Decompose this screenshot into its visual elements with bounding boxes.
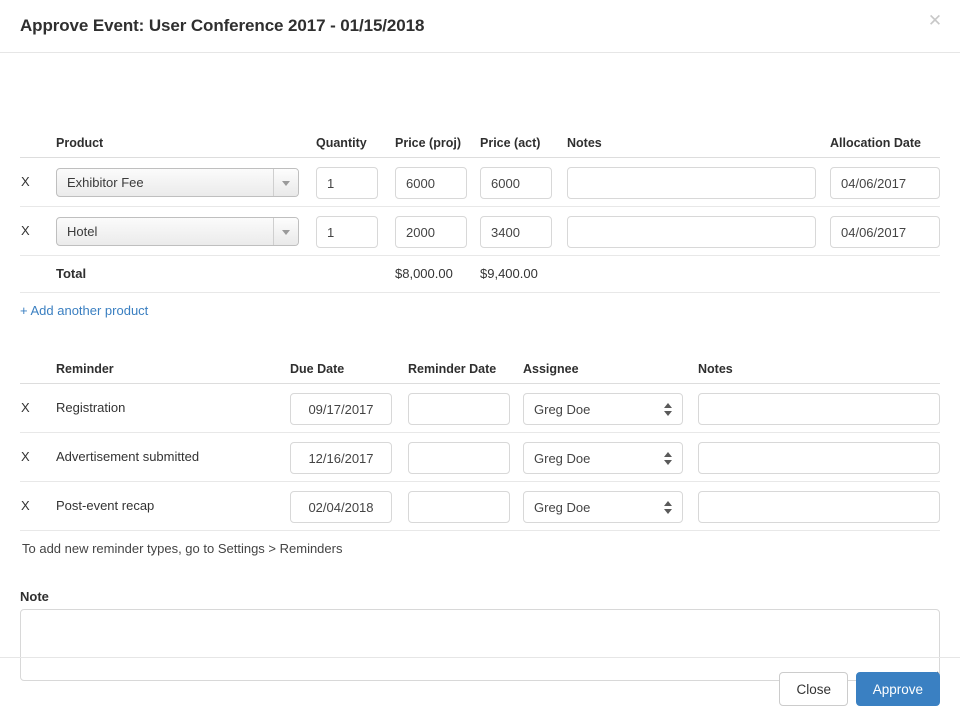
column-header-assignee: Assignee [523, 362, 579, 376]
quantity-input[interactable] [316, 167, 378, 199]
column-header-reminder: Reminder [56, 362, 114, 376]
product-notes-input[interactable] [567, 216, 816, 248]
column-header-allocation-date: Allocation Date [830, 136, 921, 150]
products-header-row: Product Quantity Price (proj) Price (act… [20, 125, 940, 158]
product-select-value: Hotel [67, 224, 98, 239]
due-date-input[interactable] [290, 491, 392, 523]
reminders-table: Reminder Due Date Reminder Date Assignee… [20, 351, 940, 531]
chevron-down-icon[interactable] [273, 169, 298, 196]
column-header-price-act: Price (act) [480, 136, 541, 150]
price-act-input[interactable] [480, 216, 552, 248]
remove-product-button[interactable]: X [21, 223, 30, 238]
assignee-select-value: Greg Doe [534, 500, 591, 515]
column-header-notes: Notes [567, 136, 602, 150]
quantity-input[interactable] [316, 216, 378, 248]
product-notes-input[interactable] [567, 167, 816, 199]
modal-footer: Close Approve [0, 657, 960, 718]
note-label: Note [20, 589, 49, 604]
assignee-select-value: Greg Doe [534, 402, 591, 417]
total-row: Total $8,000.00 $9,400.00 [20, 256, 940, 293]
remove-reminder-button[interactable]: X [21, 498, 30, 513]
price-proj-input[interactable] [395, 216, 467, 248]
remove-product-button[interactable]: X [21, 174, 30, 189]
reminder-notes-input[interactable] [698, 393, 940, 425]
table-row: X Exhibitor Fee [20, 158, 940, 207]
products-table: Product Quantity Price (proj) Price (act… [20, 125, 940, 293]
column-header-price-proj: Price (proj) [395, 136, 461, 150]
reminder-name: Post-event recap [56, 498, 155, 513]
reminder-name: Registration [56, 400, 126, 415]
reminder-notes-input[interactable] [698, 442, 940, 474]
page-title: Approve Event: User Conference 2017 - 01… [20, 16, 425, 35]
assignee-select[interactable]: Greg Doe [523, 393, 683, 425]
table-row: X Registration Greg Doe [20, 384, 940, 433]
table-row: X Post-event recap Greg Doe [20, 482, 940, 531]
column-header-reminder-date: Reminder Date [408, 362, 497, 376]
modal-header: Approve Event: User Conference 2017 - 01… [0, 0, 960, 53]
column-header-reminder-notes: Notes [698, 362, 733, 376]
price-act-input[interactable] [480, 167, 552, 199]
reminders-helper-text: To add new reminder types, go to Setting… [22, 541, 343, 556]
due-date-input[interactable] [290, 393, 392, 425]
column-header-product: Product [56, 136, 104, 150]
reminder-date-input[interactable] [408, 491, 510, 523]
close-icon[interactable]: ✕ [924, 10, 946, 32]
remove-reminder-button[interactable]: X [21, 449, 30, 464]
reminders-header-row: Reminder Due Date Reminder Date Assignee… [20, 351, 940, 384]
assignee-select[interactable]: Greg Doe [523, 491, 683, 523]
column-header-due-date: Due Date [290, 362, 345, 376]
updown-arrows-icon[interactable] [664, 492, 673, 522]
total-price-act: $9,400.00 [480, 266, 538, 281]
assignee-select[interactable]: Greg Doe [523, 442, 683, 474]
chevron-down-icon[interactable] [273, 218, 298, 245]
approve-event-modal: Approve Event: User Conference 2017 - 01… [0, 0, 960, 718]
close-button[interactable]: Close [779, 672, 848, 706]
reminder-notes-input[interactable] [698, 491, 940, 523]
total-label: Total [56, 266, 87, 281]
product-select-value: Exhibitor Fee [67, 175, 144, 190]
allocation-date-input[interactable] [830, 216, 940, 248]
price-proj-input[interactable] [395, 167, 467, 199]
updown-arrows-icon[interactable] [664, 394, 673, 424]
product-select[interactable]: Hotel [56, 217, 299, 246]
total-price-proj: $8,000.00 [395, 266, 453, 281]
updown-arrows-icon[interactable] [664, 443, 673, 473]
reminder-date-input[interactable] [408, 442, 510, 474]
column-header-quantity: Quantity [316, 136, 367, 150]
table-row: X Hotel [20, 207, 940, 256]
reminder-name: Advertisement submitted [56, 449, 200, 464]
add-another-product-link[interactable]: + Add another product [20, 303, 148, 318]
product-select[interactable]: Exhibitor Fee [56, 168, 299, 197]
allocation-date-input[interactable] [830, 167, 940, 199]
due-date-input[interactable] [290, 442, 392, 474]
reminder-date-input[interactable] [408, 393, 510, 425]
table-row: X Advertisement submitted Greg Doe [20, 433, 940, 482]
remove-reminder-button[interactable]: X [21, 400, 30, 415]
assignee-select-value: Greg Doe [534, 451, 591, 466]
approve-button[interactable]: Approve [855, 672, 940, 706]
